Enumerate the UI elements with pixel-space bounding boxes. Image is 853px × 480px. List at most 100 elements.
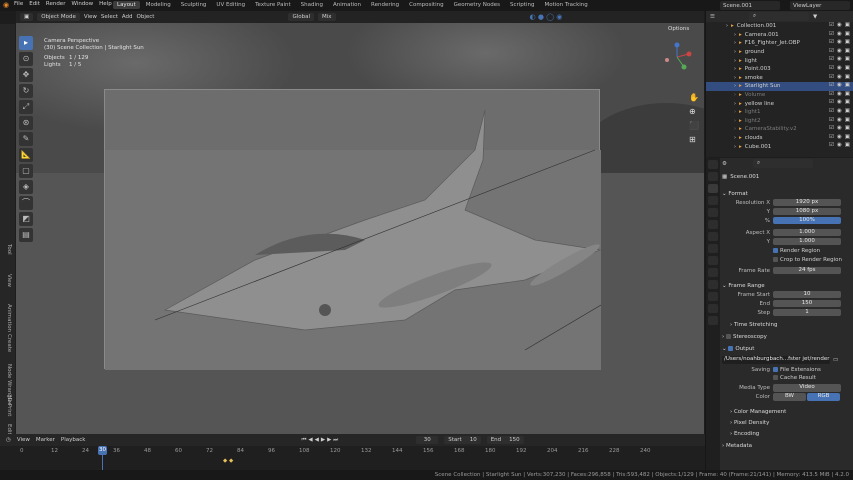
options-dropdown[interactable]: Options [668, 26, 689, 32]
end-frame-field[interactable]: End 150 [486, 436, 524, 444]
render-region-checkbox[interactable] [773, 248, 778, 253]
frame-start-field[interactable]: 10 [773, 290, 841, 299]
outliner-row[interactable]: › ▸ Point.003 ☑ ◉ ▣ [706, 65, 853, 74]
color-bw-button[interactable]: BW [773, 393, 806, 401]
menu-edit[interactable]: Edit [29, 1, 40, 7]
frame-range-panel-header[interactable]: ⌄ Frame Range [722, 281, 852, 290]
checkbox-icon[interactable]: ☑ [829, 56, 834, 62]
start-frame-field[interactable]: Start 10 [444, 436, 481, 444]
format-panel-header[interactable]: ⌄ Format [722, 189, 852, 198]
add-cube-tool-icon[interactable]: ▢ [19, 164, 33, 178]
transform-tool-icon[interactable]: ⊛ [19, 116, 33, 130]
pixel-density-panel[interactable]: › Pixel Density [722, 419, 852, 428]
view-layer-tab-icon[interactable] [708, 196, 718, 205]
expand-arrow-icon[interactable]: › [734, 109, 736, 115]
object-menu[interactable]: Object [137, 14, 155, 20]
expand-arrow-icon[interactable]: › [734, 101, 736, 107]
outliner-row[interactable]: › ▸ smoke ☑ ◉ ▣ [706, 74, 853, 83]
scene-tab-icon[interactable] [708, 208, 718, 217]
eye-icon[interactable]: ◉ [837, 108, 842, 114]
expand-arrow-icon[interactable]: › [734, 58, 736, 64]
render-region-row[interactable]: Render Region [722, 248, 852, 257]
side-tab-label[interactable]: Animation [6, 304, 12, 332]
workspace-tab-animation[interactable]: Animation [329, 1, 365, 9]
workspace-tab-modeling[interactable]: Modeling [142, 1, 175, 9]
cursor-tool-icon[interactable]: ⊙ [19, 52, 33, 66]
checkbox-icon[interactable]: ☑ [829, 22, 834, 28]
frame-end-field[interactable]: 150 [773, 299, 841, 308]
eye-icon[interactable]: ◉ [837, 134, 842, 140]
file-extensions-option[interactable]: File Extensions [773, 367, 821, 373]
render-tab-icon[interactable] [708, 172, 718, 181]
particles-tab-icon[interactable] [708, 268, 718, 277]
timeline-area[interactable]: 0 12 24 36 48 60 72 84 96 108 120 132 144 156 168 180 19… [0, 446, 705, 470]
metadata-panel[interactable]: › Metadata [722, 442, 852, 451]
constraints-tab-icon[interactable] [708, 292, 718, 301]
workspace-tab-scripting[interactable]: Scripting [506, 1, 538, 9]
cache-result-checkbox[interactable] [773, 374, 778, 380]
playback-controls-icons[interactable]: ⏮◀◀▶▶⏭ [301, 437, 340, 444]
expand-arrow-icon[interactable]: › [726, 23, 728, 29]
cache-result-row[interactable]: Cache Result [722, 374, 852, 384]
outliner-row[interactable]: › ▸ light1 ☑ ◉ ▣ [706, 108, 853, 117]
modifier-tab-icon[interactable] [708, 256, 718, 265]
camera-icon[interactable]: ▣ [845, 91, 850, 97]
outliner-row[interactable]: › ▸ light2 ☑ ◉ ▣ [706, 117, 853, 126]
eye-icon[interactable]: ◉ [837, 99, 842, 105]
camera-icon[interactable]: ▣ [845, 99, 850, 105]
outliner-row[interactable]: › ▸ Starlight Sun ☑ ◉ ▣ [706, 82, 853, 91]
workspace-tab-layout[interactable]: Layout [113, 1, 140, 9]
camera-icon[interactable]: ▣ [845, 142, 850, 148]
media-type-field[interactable]: Video [773, 384, 841, 392]
tool-tab-icon[interactable] [708, 160, 718, 169]
resolution-percent-field[interactable]: 100% [773, 216, 841, 225]
menu-window[interactable]: Window [71, 1, 93, 7]
timeline-view-menu[interactable]: View [17, 437, 30, 443]
side-tab-label[interactable]: Tool [6, 244, 12, 255]
expand-arrow-icon[interactable]: › [734, 118, 736, 124]
eye-icon[interactable]: ◉ [837, 31, 842, 37]
keyframe-icon[interactable]: ◆ ◆ [223, 458, 233, 464]
properties-editor-icon[interactable]: ⚙ [722, 161, 727, 167]
checkbox-icon[interactable]: ☑ [829, 65, 834, 71]
checkbox-icon[interactable]: ☑ [829, 31, 834, 37]
timeline-editor-icon[interactable]: ◷ [6, 437, 11, 443]
file-extensions-checkbox[interactable] [773, 367, 778, 372]
navigation-gizmo[interactable] [662, 42, 692, 72]
output-tab-icon[interactable] [708, 184, 718, 193]
eye-icon[interactable]: ◉ [837, 82, 842, 88]
crop-region-row[interactable]: Crop to Render Region [722, 257, 852, 266]
view-menu[interactable]: View [84, 14, 97, 20]
expand-arrow-icon[interactable]: › [734, 92, 736, 98]
eye-icon[interactable]: ◉ [837, 74, 842, 80]
expand-arrow-icon[interactable]: › [734, 144, 736, 150]
stereoscopy-checkbox[interactable] [725, 334, 731, 339]
rotate-tool-icon[interactable]: ↻ [19, 84, 33, 98]
select-menu[interactable]: Select [101, 14, 118, 20]
expand-arrow-icon[interactable]: › [734, 135, 736, 141]
transform-orientation-dropdown[interactable]: Global [288, 13, 315, 21]
output-path-field[interactable]: /Users/noahburgbach...fster jet/render t… [722, 356, 830, 364]
measure-tool-icon[interactable]: 📐 [19, 148, 33, 162]
blender-logo-icon[interactable]: ◉ [3, 1, 9, 9]
workspace-tab-rendering[interactable]: Rendering [367, 1, 403, 9]
eye-icon[interactable]: ◉ [837, 125, 842, 131]
annotate-tool-icon[interactable]: ✎ [19, 132, 33, 146]
eye-icon[interactable]: ◉ [837, 22, 842, 28]
camera-icon[interactable]: ▣ [845, 108, 850, 114]
outliner-row[interactable]: › ▸ Collection.001 ☑ ◉ ▣ [706, 22, 853, 31]
camera-icon[interactable]: ▣ [845, 48, 850, 54]
timeline-playback-menu[interactable]: Playback [61, 437, 86, 443]
eye-icon[interactable]: ◉ [837, 91, 842, 97]
camera-icon[interactable]: ▣ [845, 125, 850, 131]
3d-viewport[interactable]: Camera Perspective (30) Scene Collection… [16, 23, 704, 434]
camera-icon[interactable]: ▣ [845, 39, 850, 45]
outliner-row[interactable]: › ▸ yellow line ☑ ◉ ▣ [706, 99, 853, 108]
folder-icon[interactable]: ▭ [833, 357, 838, 363]
side-tab-label[interactable]: View [6, 274, 12, 287]
time-stretching-panel[interactable]: › Time Stretching [722, 320, 852, 329]
pivot-dropdown[interactable]: Mix [318, 13, 336, 21]
add-menu[interactable]: Add [122, 14, 133, 20]
checkbox-icon[interactable]: ☑ [829, 125, 834, 131]
outliner-row[interactable]: › ▸ Cube.001 ☑ ◉ ▣ [706, 142, 853, 151]
